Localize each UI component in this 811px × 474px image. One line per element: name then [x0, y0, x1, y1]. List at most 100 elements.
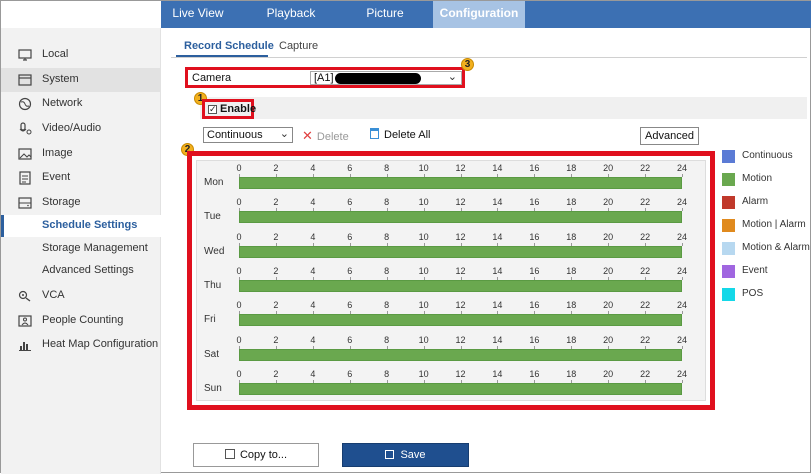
active-subtab-underline [176, 55, 268, 57]
legend-swatch [722, 242, 735, 255]
hour-tick-label: 4 [310, 368, 316, 379]
record-type-select[interactable]: Continuous ⌄ [203, 127, 293, 143]
copy-icon [224, 449, 235, 459]
hour-tick-label: 8 [384, 300, 390, 311]
legend-item: Alarm [722, 196, 811, 210]
sidebar-item-label: Heat Map Configuration [42, 338, 159, 350]
legend-swatch [722, 219, 735, 232]
callout-badge-3: 3 [461, 58, 474, 71]
sidebar-item-label: Storage [42, 196, 81, 208]
hour-tick-label: 20 [603, 334, 614, 345]
hour-tick-label: 2 [273, 197, 279, 208]
enable-highlight: ✓ Enable [202, 99, 256, 119]
hour-tick-label: 10 [418, 334, 429, 345]
legend-label: Continuous [742, 150, 793, 161]
sidebar-item-label: Event [42, 171, 71, 183]
sidebar-subitem-advanced-settings[interactable]: Advanced Settings [1, 260, 161, 282]
sidebar-subitem-label: Storage Management [42, 242, 148, 254]
hour-tick-label: 22 [640, 231, 651, 242]
schedule-bar-mon[interactable] [239, 177, 682, 189]
sidebar-subitem-storage-management[interactable]: Storage Management [1, 238, 161, 260]
hour-tick-label: 12 [455, 334, 466, 345]
legend-swatch [722, 196, 735, 209]
tab-live-view[interactable]: Live View [161, 1, 235, 28]
delete-all-button[interactable]: Delete All [370, 128, 430, 141]
sidebar-item-network[interactable]: Network [1, 92, 161, 116]
sidebar-item-video-audio[interactable]: Video/Audio [1, 117, 161, 141]
legend-label: Motion & Alarm [742, 242, 810, 253]
hour-tick-label: 24 [676, 368, 687, 379]
system-icon [18, 74, 32, 86]
sidebar-item-vca[interactable]: VCA [1, 284, 161, 308]
hour-tick-label: 0 [236, 368, 242, 379]
day-label: Mon [204, 177, 224, 188]
hour-tick-label: 12 [455, 368, 466, 379]
sidebar-item-event[interactable]: Event [1, 166, 161, 190]
image-icon [18, 148, 32, 160]
hour-tick-label: 24 [676, 231, 687, 242]
hour-tick-label: 16 [529, 265, 540, 276]
enable-checkbox[interactable]: ✓ [208, 105, 217, 114]
hour-tick-label: 20 [603, 163, 614, 173]
legend-label: Alarm [742, 196, 769, 207]
sidebar-item-people-counting[interactable]: People Counting [1, 309, 161, 333]
schedule-bar-tue[interactable] [239, 211, 682, 224]
subtab-capture[interactable]: Capture [279, 40, 318, 52]
hour-tick-label: 2 [273, 265, 279, 276]
hour-tick-label: 2 [273, 334, 279, 345]
hour-tick-label: 6 [347, 197, 353, 208]
hour-tick-label: 14 [492, 334, 503, 345]
schedule-bar-sat[interactable] [239, 348, 682, 361]
hour-tick-label: 10 [418, 265, 429, 276]
hour-tick-label: 0 [236, 163, 242, 173]
monitor-icon [18, 49, 32, 61]
hour-tick-label: 14 [492, 368, 503, 379]
advanced-button[interactable]: Advanced [640, 127, 699, 145]
day-label: Fri [204, 314, 216, 326]
hour-tick-label: 24 [676, 197, 687, 208]
hour-tick-label: 14 [492, 231, 503, 242]
hour-tick-label: 12 [455, 231, 466, 242]
hour-tick-label: 18 [566, 163, 577, 173]
save-button[interactable]: Save [342, 443, 469, 467]
hour-tick-mark [682, 174, 683, 177]
trash-icon [370, 128, 379, 139]
day-label: Sat [204, 348, 220, 360]
hour-tick-label: 0 [236, 334, 242, 345]
copy-to-button[interactable]: Copy to... [193, 443, 319, 467]
tab-configuration[interactable]: Configuration [433, 1, 525, 28]
hour-tick-label: 2 [273, 231, 279, 242]
storage-icon [18, 197, 32, 209]
sidebar-item-system[interactable]: System [1, 68, 161, 92]
tab-playback[interactable]: Playback [244, 1, 338, 28]
hour-tick-label: 24 [676, 334, 687, 345]
schedule-bar-thu[interactable] [239, 279, 682, 292]
hour-tick-label: 22 [640, 163, 651, 173]
hour-tick-label: 8 [384, 368, 390, 379]
delete-button[interactable]: ✕ Delete [302, 128, 349, 144]
sidebar-item-storage[interactable]: Storage [1, 191, 161, 215]
sidebar-subitem-schedule-settings[interactable]: Schedule Settings [1, 215, 161, 237]
legend-item: Motion [722, 173, 811, 187]
legend-item: Motion | Alarm [722, 219, 811, 233]
schedule-bar-fri[interactable] [239, 314, 682, 327]
hour-tick-label: 2 [273, 300, 279, 311]
sidebar-item-heat-map[interactable]: Heat Map Configuration [1, 333, 161, 357]
schedule-bar-sun[interactable] [239, 382, 682, 395]
sidebar-item-image[interactable]: Image [1, 142, 161, 166]
sidebar-item-local[interactable]: Local [1, 43, 161, 67]
tab-picture[interactable]: Picture [337, 1, 433, 28]
app-frame: Live View Playback Picture Configuration… [0, 0, 811, 474]
hour-tick-mark [682, 276, 683, 280]
schedule-bar-wed[interactable] [239, 245, 682, 258]
hour-tick-label: 18 [566, 265, 577, 276]
hour-tick-label: 14 [492, 265, 503, 276]
hour-tick-mark [682, 208, 683, 212]
day-label: Wed [204, 245, 225, 257]
subtab-record-schedule[interactable]: Record Schedule [184, 40, 274, 52]
legend-label: Event [742, 265, 768, 276]
camera-select[interactable]: [A1] ⌄ [310, 71, 462, 85]
hour-tick-label: 12 [455, 300, 466, 311]
chevron-down-icon: ⌄ [279, 128, 289, 140]
record-type-value: Continuous [207, 129, 263, 141]
